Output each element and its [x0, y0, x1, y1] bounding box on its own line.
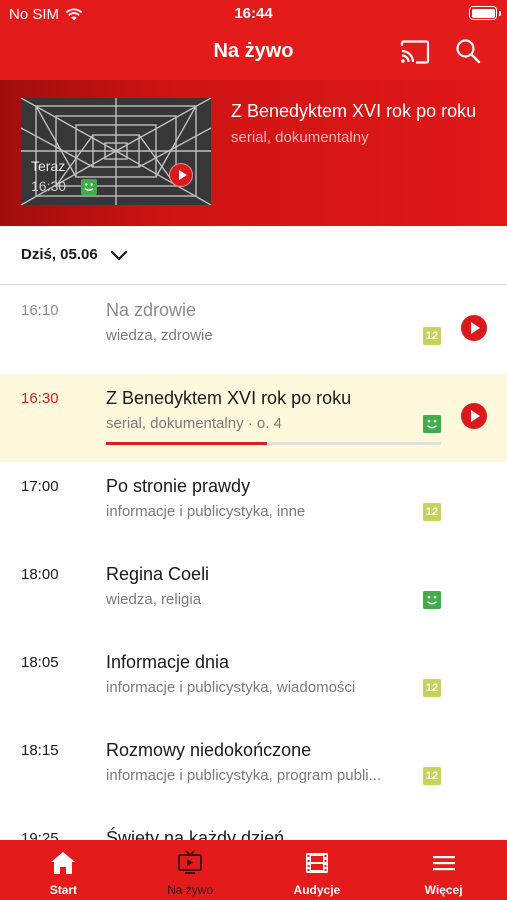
row-time: 16:10 — [21, 302, 59, 319]
home-icon — [51, 852, 76, 874]
rating-smile-icon — [423, 415, 441, 433]
row-genre: serial, dokumentalny · o. 4 — [106, 415, 282, 432]
row-genre: informacje i publicystyka, program publi… — [106, 767, 382, 784]
tab-start[interactable]: Start — [0, 840, 127, 900]
schedule-row-current[interactable]: 16:30 Z Benedyktem XVI rok po roku seria… — [0, 374, 507, 462]
row-time: 18:05 — [21, 654, 59, 671]
cast-icon[interactable] — [400, 40, 430, 64]
row-genre: informacje i publicystyka, wiadomości — [106, 679, 356, 696]
row-time: 16:30 — [21, 390, 59, 407]
schedule-row[interactable]: 16:10 Na zdrowie wiedza, zdrowie 12 — [0, 286, 507, 374]
rating-12-badge: 12 — [423, 679, 441, 697]
rating-12-badge: 12 — [423, 503, 441, 521]
row-title: Święty na każdy dzień — [106, 828, 285, 840]
row-title: Rozmowy niedokończone — [106, 740, 312, 760]
date-label: Dziś, 05.06 — [21, 246, 98, 263]
schedule-row[interactable]: 17:00 Po stronie prawdy informacje i pub… — [0, 462, 507, 550]
row-genre: wiedza, zdrowie — [106, 327, 213, 344]
tab-na-zywo[interactable]: Na żywo — [127, 840, 254, 900]
row-genre: wiedza, religia — [106, 591, 202, 608]
row-title: Regina Coeli — [106, 564, 210, 584]
film-icon — [305, 853, 328, 873]
menu-icon — [432, 856, 455, 871]
now-time: 16:30 — [31, 178, 67, 194]
tab-label: Audycje — [293, 883, 341, 897]
search-icon[interactable] — [455, 38, 481, 64]
play-icon[interactable] — [169, 163, 193, 187]
progress-fill — [106, 442, 267, 445]
status-bar: No SIM 16:44 — [0, 0, 507, 28]
row-title: Informacje dnia — [106, 652, 230, 672]
schedule-row[interactable]: 18:15 Rozmowy niedokończone informacje i… — [0, 726, 507, 814]
page-title: Na żywo — [213, 40, 294, 62]
now-label: Teraz — [31, 158, 66, 174]
rating-12-badge: 12 — [423, 327, 441, 345]
date-selector[interactable]: Dziś, 05.06 — [0, 226, 507, 285]
chevron-down-icon[interactable] — [110, 250, 128, 262]
play-icon[interactable] — [461, 403, 487, 429]
schedule-row[interactable]: 18:05 Informacje dnia informacje i publi… — [0, 638, 507, 726]
app-header: No SIM 16:44 Na żywo — [0, 0, 507, 80]
tab-audycje[interactable]: Audycje — [254, 840, 381, 900]
tab-wiecej[interactable]: Więcej — [380, 840, 507, 900]
row-title: Z Benedyktem XVI rok po roku — [106, 388, 352, 408]
status-time: 16:44 — [234, 5, 273, 22]
now-playing-title: Z Benedyktem XVI rok po roku — [231, 101, 477, 121]
tab-label: Na żywo — [167, 883, 214, 897]
row-title: Na zdrowie — [106, 300, 197, 320]
tab-label: Więcej — [424, 883, 463, 897]
rating-smile-icon — [423, 591, 441, 609]
now-playing-card[interactable]: Teraz 16:30 Z Benedyktem XVI rok po roku… — [0, 80, 507, 226]
schedule-row[interactable]: 19:25 Święty na każdy dzień — [0, 814, 507, 840]
row-time: 17:00 — [21, 478, 59, 495]
row-title: Po stronie prawdy — [106, 476, 251, 496]
row-time: 19:25 — [21, 830, 59, 840]
battery-icon — [469, 6, 501, 20]
tv-icon — [178, 850, 203, 874]
schedule-row[interactable]: 18:00 Regina Coeli wiedza, religia — [0, 550, 507, 638]
row-genre: informacje i publicystyka, inne — [106, 503, 306, 520]
tab-bar: Start Na żywo Audycje Więcej — [0, 840, 507, 900]
now-playing-thumbnail[interactable]: Teraz 16:30 — [21, 98, 211, 205]
now-playing-genre: serial, dokumentalny — [231, 129, 369, 146]
progress-bar — [106, 442, 441, 445]
tab-label: Start — [49, 883, 78, 897]
row-time: 18:00 — [21, 566, 59, 583]
rating-12-badge: 12 — [423, 767, 441, 785]
row-time: 18:15 — [21, 742, 59, 759]
play-icon[interactable] — [461, 315, 487, 341]
rating-smile-icon — [81, 179, 97, 195]
schedule-list[interactable]: 16:10 Na zdrowie wiedza, zdrowie 12 16:3… — [0, 286, 507, 840]
